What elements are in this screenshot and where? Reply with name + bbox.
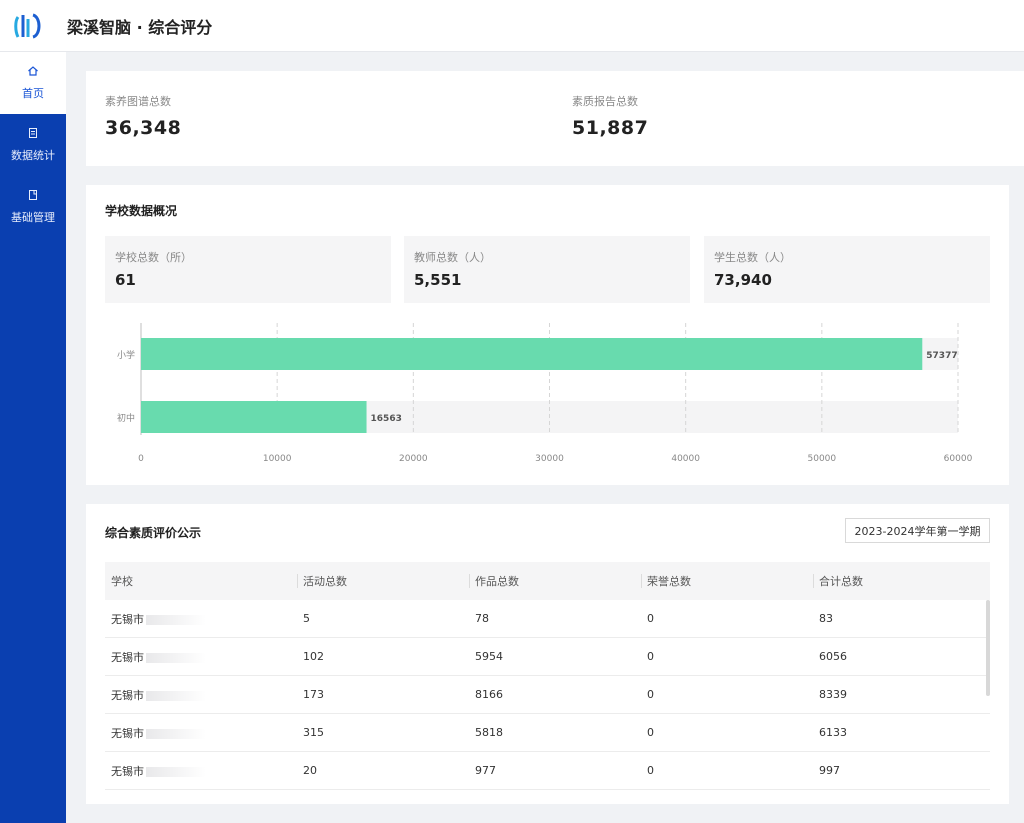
table-row[interactable]: 无锡市 315 5818 0 6133 (105, 714, 990, 752)
column-header: 作品总数 (475, 575, 519, 588)
school-overview-card: 学校数据概况 学校总数（所） 61 教师总数（人） 5,551 学生总数（人） … (86, 185, 1009, 485)
table-cell: 997 (819, 764, 840, 777)
x-tick-label: 20000 (399, 454, 428, 464)
column-header: 学校 (111, 575, 133, 588)
table-cell: 20 (303, 764, 317, 777)
table-cell: 6133 (819, 726, 847, 739)
table-cell: 78 (475, 612, 489, 625)
redacted-text (146, 728, 206, 739)
x-tick-label: 0 (138, 454, 144, 464)
table-cell: 0 (647, 726, 654, 739)
evaluation-card: 综合素质评价公示 2023-2024学年第一学期 学校 活动总数 作品总数 荣誉… (86, 504, 1009, 804)
column-header: 合计总数 (819, 575, 863, 588)
sidebar-item-label: 首页 (22, 87, 44, 100)
table-cell: 6056 (819, 650, 847, 663)
atlas-total-label: 素养图谱总数 (105, 95, 171, 108)
table-cell: 5 (303, 612, 310, 625)
sidebar: 首页 数据统计 基础管理 (0, 52, 66, 823)
category-label: 小学 (117, 349, 135, 361)
report-total-value: 51,887 (572, 117, 649, 139)
table-cell: 315 (303, 726, 324, 739)
sidebar-item-label: 基础管理 (11, 211, 55, 224)
table-cell: 无锡市 (105, 611, 298, 627)
evaluation-title: 综合素质评价公示 (105, 526, 202, 540)
term-select[interactable]: 2023-2024学年第一学期 (845, 518, 990, 543)
x-tick-label: 40000 (671, 454, 700, 464)
table-cell: 0 (647, 688, 654, 701)
table-cell: 977 (475, 764, 496, 777)
table-cell: 8339 (819, 688, 847, 701)
table-row[interactable]: 无锡市 5 78 0 83 (105, 600, 990, 638)
table-cell: 5954 (475, 650, 503, 663)
table-row[interactable]: 无锡市 102 5954 0 6056 (105, 638, 990, 676)
table-cell: 0 (647, 650, 654, 663)
table-cell: 5818 (475, 726, 503, 739)
table-row[interactable]: 无锡市 20 977 0 997 (105, 752, 990, 790)
table-cell: 173 (303, 688, 324, 701)
sidebar-item-statistics[interactable]: 数据统计 (0, 114, 66, 176)
home-icon (27, 65, 39, 81)
app-title: 梁溪智脑 · 综合评分 (67, 17, 213, 37)
x-tick-label: 10000 (263, 454, 292, 464)
students-by-level-chart: 57377 小学 16563 初中 0 10000 20000 30000 40000 50000… (117, 323, 973, 464)
table-body: 无锡市 5 78 0 83 无锡市 102 5954 0 6056 无锡市 173 8166 0 8339 无… (105, 600, 990, 790)
top-bar: 梁溪智脑 · 综合评分 (0, 0, 1024, 52)
table-cell: 无锡市 (105, 687, 298, 703)
category-label: 初中 (117, 412, 135, 424)
column-header: 荣誉总数 (647, 575, 691, 588)
x-tick-label: 60000 (944, 454, 973, 464)
table-cell: 无锡市 (105, 763, 298, 779)
table-cell: 0 (647, 612, 654, 625)
bar (141, 401, 367, 433)
x-tick-label: 50000 (808, 454, 837, 464)
atlas-total-value: 36,348 (105, 117, 182, 139)
redacted-text (146, 614, 206, 625)
table-cell: 83 (819, 612, 833, 625)
report-total-label: 素质报告总数 (572, 95, 638, 108)
bar-value-label: 57377 (926, 351, 957, 361)
table-cell: 8166 (475, 688, 503, 701)
sidebar-item-label: 数据统计 (11, 149, 55, 162)
table-header: 学校 活动总数 作品总数 荣誉总数 合计总数 (105, 562, 990, 600)
bar (141, 338, 923, 370)
redacted-text (146, 690, 206, 701)
x-tick-label: 30000 (535, 454, 564, 464)
bar-value-label: 16563 (371, 414, 402, 424)
table-scrollbar[interactable] (986, 600, 990, 696)
redacted-text (146, 652, 206, 663)
table-cell: 102 (303, 650, 324, 663)
table-cell: 0 (647, 764, 654, 777)
document-icon (27, 189, 39, 205)
sidebar-item-basic-management[interactable]: 基础管理 (0, 176, 66, 238)
table-row[interactable]: 无锡市 173 8166 0 8339 (105, 676, 990, 714)
redacted-text (146, 766, 206, 777)
list-icon (27, 127, 39, 143)
table-cell: 无锡市 (105, 725, 298, 741)
logo-icon (14, 13, 41, 38)
table-cell: 无锡市 (105, 649, 298, 665)
summary-stats-card: 素养图谱总数 36,348 素质报告总数 51,887 (86, 71, 1024, 166)
evaluation-table: 学校 活动总数 作品总数 荣誉总数 合计总数 无锡市 5 78 0 83 无锡市 102 59… (105, 562, 990, 790)
sidebar-item-home[interactable]: 首页 (0, 52, 66, 114)
column-header: 活动总数 (303, 575, 347, 588)
